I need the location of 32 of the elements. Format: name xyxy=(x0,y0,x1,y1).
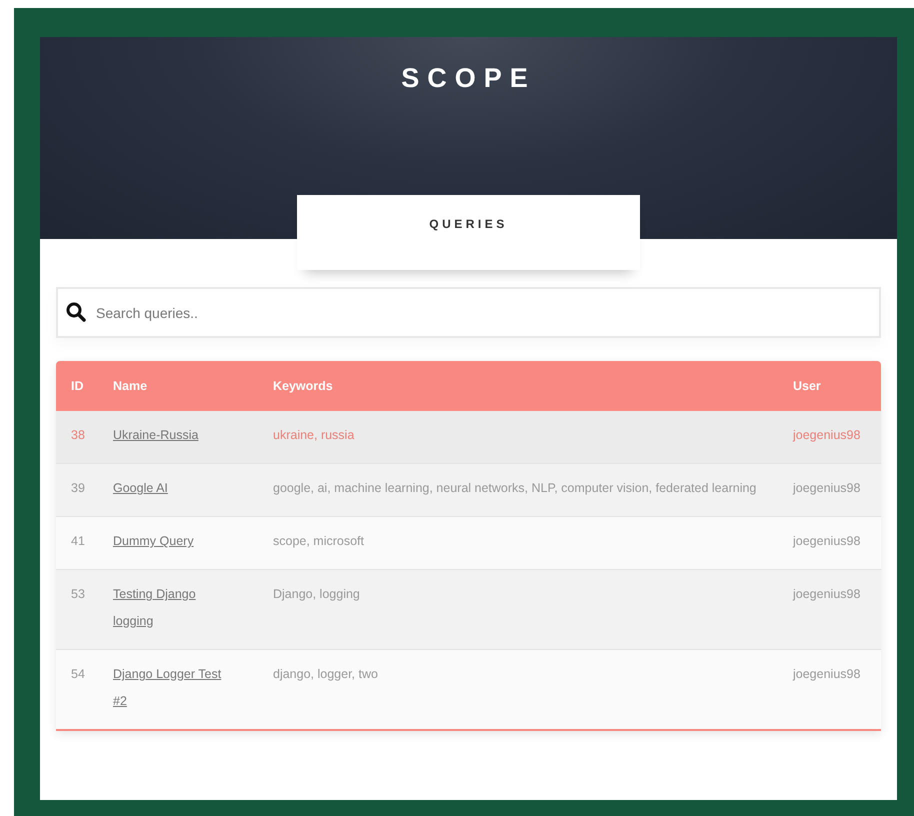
table-row[interactable]: 41 Dummy Query scope, microsoft joegenius98 xyxy=(56,516,881,569)
table-cell-text: joegenius98 xyxy=(793,427,862,444)
search-field[interactable]: Search queries.. xyxy=(56,287,881,338)
table-row[interactable]: 39 Google AI google, ai, machine learning, neural networks, NLP, computer vision, federated learning joegenius98 xyxy=(56,463,881,516)
queries-tab[interactable]: QUERIES xyxy=(297,195,640,270)
query-link[interactable]: Django Logger Test #2 xyxy=(113,661,248,715)
table-cell-text: ukraine, russia xyxy=(273,427,356,444)
table-row[interactable]: 54 Django Logger Test #2 django, logger, two joegenius98 xyxy=(56,649,881,729)
table-cell-text: 39 xyxy=(71,480,86,497)
table-cell-text: Django, logging xyxy=(273,586,361,603)
table-cell-text: django, logger, two xyxy=(273,666,379,683)
query-link[interactable]: Dummy Query xyxy=(113,528,204,555)
table-cell-text: 54 xyxy=(71,666,86,683)
table-cell-text: scope, microsoft xyxy=(273,533,366,550)
table-cell-text: joegenius98 xyxy=(793,480,862,497)
table-cell-text: joegenius98 xyxy=(793,586,862,603)
column-header: Keywords xyxy=(273,379,334,393)
table-cell-text: 41 xyxy=(71,533,86,550)
column-header: ID xyxy=(71,379,84,393)
table-cell-text: 38 xyxy=(71,427,86,444)
query-link[interactable]: Google AI xyxy=(113,475,178,502)
table-row[interactable]: 38 Ukraine-Russia ukraine, russia joegenius98 xyxy=(56,411,881,463)
table-cell-text: joegenius98 xyxy=(793,666,862,683)
table-cell-text: 53 xyxy=(71,586,86,603)
query-link[interactable]: Testing Django logging xyxy=(113,581,248,635)
table-cell-text: google, ai, machine learning, neural networks, NLP, computer vision, federated learning xyxy=(273,480,758,497)
site-title: SCOPE xyxy=(401,63,536,94)
table-row[interactable]: 53 Testing Django logging Django, logging joegenius98 xyxy=(56,569,881,649)
column-header: Name xyxy=(113,379,148,393)
column-header: User xyxy=(793,379,822,393)
table-cell-text: joegenius98 xyxy=(793,533,862,550)
query-link[interactable]: Ukraine-Russia xyxy=(113,422,208,449)
